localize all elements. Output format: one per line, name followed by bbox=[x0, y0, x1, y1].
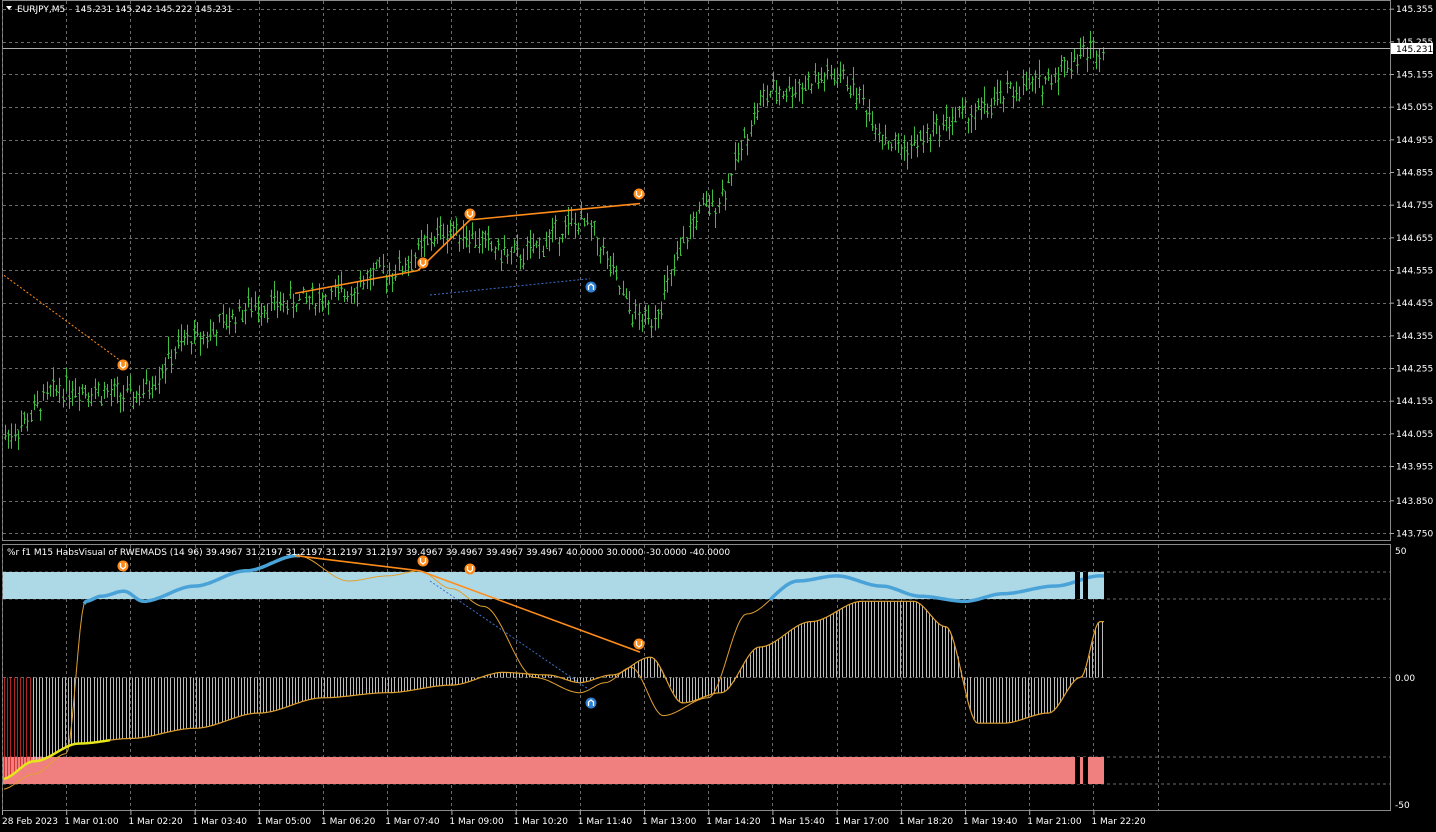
indicator-axis: 50 0.00 -50 bbox=[1395, 547, 1415, 811]
symbol-label: EURJPY,M5 bbox=[17, 5, 65, 15]
time-tick-label: 1 Mar 17:00 bbox=[835, 817, 890, 827]
divergence-line bbox=[429, 278, 591, 296]
price-tick-label: 144.155 bbox=[1396, 397, 1433, 407]
divergence-lines bbox=[3, 202, 641, 691]
price-tick-label: 145.155 bbox=[1396, 71, 1433, 81]
arrow-marker bbox=[464, 208, 476, 220]
price-tick-label: 145.355 bbox=[1396, 5, 1433, 15]
time-tick-label: 1 Mar 14:20 bbox=[706, 817, 761, 827]
current-price-value: 145.231 bbox=[1396, 45, 1433, 55]
time-tick-label: 1 Mar 02:20 bbox=[128, 817, 183, 827]
price-tick-label: 144.955 bbox=[1396, 136, 1433, 146]
price-tick-label: 144.055 bbox=[1396, 430, 1433, 440]
price-tick-label: 144.655 bbox=[1396, 234, 1433, 244]
price-panel[interactable] bbox=[2, 0, 1391, 541]
time-tick-label: 1 Mar 09:00 bbox=[449, 817, 504, 827]
arrow-marker bbox=[585, 697, 597, 709]
zone-marker bbox=[1083, 572, 1088, 599]
zone-marker bbox=[1075, 757, 1080, 784]
sell-arrow-icon bbox=[633, 188, 645, 200]
oversold-zone bbox=[3, 757, 1104, 784]
current-price-tag: 145.231 bbox=[1391, 43, 1433, 55]
time-tick-label: 1 Mar 15:40 bbox=[770, 817, 825, 827]
time-tick-label: 28 Feb 2023 bbox=[2, 817, 58, 827]
time-tick-label: 1 Mar 07:40 bbox=[385, 817, 440, 827]
indicator-header: %r f1 M15 HabsVisual of RWEMADS (14 96) … bbox=[7, 548, 730, 558]
divergence-line bbox=[294, 269, 419, 295]
price-tick-label: 143.955 bbox=[1396, 463, 1433, 473]
divergence-line bbox=[3, 274, 121, 361]
arrow-marker bbox=[633, 188, 645, 200]
price-tick-label: 144.555 bbox=[1396, 267, 1433, 277]
time-tick-label: 1 Mar 03:40 bbox=[193, 817, 248, 827]
ohlc-label: 145.231 145.242 145.222 145.231 bbox=[75, 5, 232, 15]
price-bars bbox=[4, 30, 1105, 450]
indicator-axis-top: 50 bbox=[1395, 547, 1407, 557]
symbol-header[interactable]: EURJPY,M5 145.231 145.242 145.222 145.23… bbox=[6, 5, 232, 15]
time-tick-label: 1 Mar 19:40 bbox=[963, 817, 1018, 827]
histogram bbox=[4, 601, 1103, 779]
arrow-marker bbox=[417, 257, 429, 269]
price-tick-label: 144.255 bbox=[1396, 365, 1433, 375]
price-tick-label: 145.055 bbox=[1396, 103, 1433, 113]
buy-arrow-icon bbox=[585, 281, 597, 293]
buy-arrow-icon bbox=[585, 697, 597, 709]
price-axis: 145.355145.255145.155145.055144.955144.8… bbox=[1390, 5, 1433, 539]
sell-arrow-icon bbox=[464, 563, 476, 575]
indicator-axis-zero: 0.00 bbox=[1395, 674, 1415, 684]
sell-arrow-icon bbox=[117, 359, 129, 371]
price-tick-label: 144.355 bbox=[1396, 332, 1433, 342]
time-tick-label: 1 Mar 22:20 bbox=[1091, 817, 1146, 827]
sell-arrow-icon bbox=[633, 638, 645, 650]
grid bbox=[2, 1, 1390, 810]
arrow-marker bbox=[633, 638, 645, 650]
zone-marker bbox=[1083, 757, 1088, 784]
sell-arrow-icon bbox=[464, 208, 476, 220]
time-tick-label: 1 Mar 21:00 bbox=[1027, 817, 1082, 827]
time-tick-label: 1 Mar 10:20 bbox=[514, 817, 569, 827]
price-tick-label: 144.855 bbox=[1396, 169, 1433, 179]
price-tick-label: 143.750 bbox=[1396, 529, 1433, 539]
time-tick-label: 1 Mar 11:40 bbox=[578, 817, 633, 827]
time-tick-label: 1 Mar 01:00 bbox=[64, 817, 119, 827]
arrow-marker bbox=[464, 563, 476, 575]
trading-chart[interactable]: EURJPY,M5 145.231 145.242 145.222 145.23… bbox=[0, 0, 1436, 832]
price-tick-label: 144.755 bbox=[1396, 201, 1433, 211]
indicator-axis-bottom: -50 bbox=[1395, 801, 1410, 811]
price-tick-label: 144.455 bbox=[1396, 299, 1433, 309]
time-axis: 28 Feb 2023 1 Mar 01:00 1 Mar 02:20 1 Mar 0… bbox=[2, 810, 1146, 827]
time-tick-label: 1 Mar 13:00 bbox=[642, 817, 697, 827]
time-tick-label: 1 Mar 05:00 bbox=[257, 817, 312, 827]
time-tick-label: 1 Mar 06:20 bbox=[321, 817, 376, 827]
price-tick-label: 143.850 bbox=[1396, 497, 1433, 507]
arrow-marker bbox=[117, 560, 129, 572]
arrow-marker bbox=[117, 359, 129, 371]
sell-arrow-icon bbox=[417, 257, 429, 269]
zone-marker bbox=[1075, 572, 1080, 599]
arrow-marker bbox=[585, 281, 597, 293]
sell-arrow-icon bbox=[117, 560, 129, 572]
time-tick-label: 1 Mar 18:20 bbox=[899, 817, 954, 827]
